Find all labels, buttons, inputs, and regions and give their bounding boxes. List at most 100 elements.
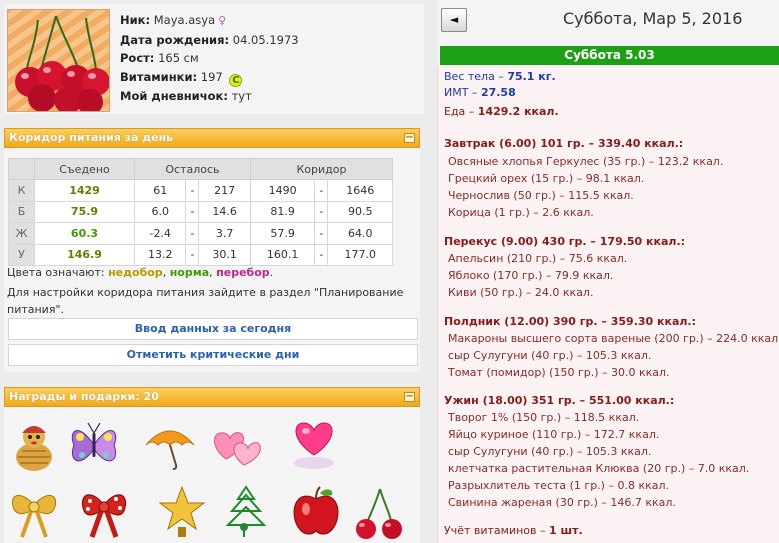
corridor-min: 160.1 — [249, 243, 316, 266]
date-title: Суббота, Мар 5, 2016 — [563, 9, 743, 28]
corridor-max: 1646 — [327, 179, 393, 202]
row-label: У — [8, 243, 35, 266]
meal-title: Перекус (9.00) 430 гр. – 179.50 ккал.: — [444, 235, 686, 248]
awards-panel-title: Награды и подарки: 20 — [9, 390, 159, 403]
vitamins-value: 197 — [200, 69, 223, 84]
list-item: Корица (1 гр.) – 2.6 ккал. — [448, 206, 594, 219]
eaten-value: 75.9 — [34, 200, 135, 223]
corridor-max: 177.0 — [327, 243, 393, 266]
height-value: 165 см — [158, 51, 199, 65]
vitamins-count-label: Учёт витаминов – — [444, 524, 546, 537]
red-apple-icon[interactable] — [288, 483, 344, 539]
list-item: Грецкий орех (15 гр.) – 98.1 ккал. — [448, 172, 645, 185]
diary-label: Мой дневничок: — [120, 88, 228, 103]
cherries-icon[interactable] — [350, 485, 406, 541]
hay-doll-icon[interactable] — [6, 417, 62, 473]
remaining-min: 13.2 — [133, 243, 187, 266]
gold-star-icon[interactable] — [154, 483, 210, 539]
table-row: Ж 60.3 -2.4 - 3.7 57.9 - 64.0 — [8, 222, 393, 245]
nick-label: Ник: — [120, 13, 151, 27]
list-item: Разрыхлитель теста (1 гр.) – 0.8 ккал. — [448, 479, 670, 492]
legend-comma: , — [209, 266, 213, 279]
meal-title: Полдник (12.00) 390 гр. – 359.30 ккал.: — [444, 315, 697, 328]
profile-diary-row: Мой дневничок: тут — [120, 87, 299, 106]
previous-day-button[interactable]: ◄ — [441, 8, 467, 32]
meal-title: Завтрак (6.00) 101 гр. – 339.40 ккал.: — [444, 137, 684, 150]
corridor-panel-header[interactable]: Коридор питания за день − — [4, 128, 420, 148]
list-item: Томат (помидор) (150 гр.) – 30.0 ккал. — [448, 366, 670, 379]
height-label: Рост: — [120, 51, 155, 65]
christmas-tree-icon[interactable] — [218, 483, 274, 539]
legend-prefix: Цвета означают: — [7, 266, 105, 279]
row-label: К — [8, 179, 35, 202]
remaining-max: 14.6 — [198, 200, 251, 223]
dash: - — [185, 243, 200, 266]
corridor-max: 64.0 — [327, 222, 393, 245]
corridor-table-header: Съедено Осталось Коридор — [8, 158, 394, 180]
red-polka-bow-icon[interactable] — [76, 483, 132, 539]
bmi-value: 27.58 — [480, 86, 516, 99]
day-bar: Суббота 5.03 — [440, 46, 779, 65]
corridor-min: 81.9 — [249, 200, 316, 223]
collapse-icon[interactable]: − — [404, 133, 415, 143]
vitamins-count-value: 1 шт. — [549, 524, 583, 537]
table-row: Б 75.9 6.0 - 14.6 81.9 - 90.5 — [8, 200, 393, 223]
row-label: Б — [8, 200, 35, 223]
left-column: Ник: Maya.asya ♀ Дата рождения: 04.05.197… — [0, 0, 428, 543]
list-item: Апельсин (210 гр.) – 75.6 ккал. — [448, 252, 628, 265]
remaining-max: 217 — [198, 179, 251, 202]
butterfly-icon[interactable] — [66, 417, 122, 473]
table-row: К 1429 61 - 217 1490 - 1646 — [8, 179, 393, 202]
remaining-min: 61 — [133, 179, 187, 202]
profile-vitamins-row: Витаминки: 197 C — [120, 68, 299, 87]
day-diary-column: ◄ Суббота, Мар 5, 2016 Суббота 5.03 Вес … — [437, 0, 779, 543]
legend-dot: . — [269, 266, 274, 279]
bmi-line: ИМТ – 27.58 — [444, 86, 516, 99]
bmi-label: ИМТ – — [444, 86, 478, 99]
two-hearts-icon[interactable] — [208, 419, 264, 475]
weight-line: Вес тела – 75.1 кг. — [444, 70, 556, 83]
collapse-icon[interactable]: − — [404, 392, 415, 402]
awards-panel-header[interactable]: Награды и подарки: 20 − — [4, 387, 420, 407]
dash: - — [185, 222, 200, 245]
list-item: Киви (50 гр.) – 24.0 ккал. — [448, 286, 594, 299]
gold-bow-icon[interactable] — [6, 483, 62, 539]
remaining-min: 6.0 — [133, 200, 187, 223]
vitamins-label: Витаминки: — [120, 69, 198, 84]
female-icon: ♀ — [218, 14, 227, 27]
list-item: Чернослив (50 гр.) – 115.5 ккал. — [448, 189, 634, 202]
list-item: Свинина жареная (30 гр.) – 146.7 ккал. — [448, 496, 676, 509]
weight-value: 75.1 кг. — [507, 70, 556, 83]
profile-card: Ник: Maya.asya ♀ Дата рождения: 04.05.197… — [4, 4, 424, 114]
dash: - — [314, 179, 329, 202]
meal-title: Ужин (18.00) 351 гр. – 551.00 ккал.: — [444, 394, 675, 407]
profile-nick-row: Ник: Maya.asya ♀ — [120, 11, 299, 31]
corridor-max: 90.5 — [327, 200, 393, 223]
dash: - — [185, 179, 200, 202]
profile-fields: Ник: Maya.asya ♀ Дата рождения: 04.05.197… — [120, 11, 299, 105]
umbrella-icon[interactable] — [142, 417, 198, 473]
legend-comma: , — [162, 266, 167, 279]
dash: - — [185, 200, 200, 223]
header-empty — [8, 158, 35, 180]
heart-on-cloud-icon[interactable] — [286, 415, 342, 471]
dash: - — [314, 222, 329, 245]
vitamin-c-icon: C — [229, 73, 243, 87]
list-item: Макароны высшего сорта вареные (200 гр.)… — [448, 332, 779, 345]
dash: - — [314, 243, 329, 266]
row-label: Ж — [8, 222, 35, 245]
enter-today-data-button[interactable]: Ввод данных за сегодня — [8, 318, 418, 340]
nick-value[interactable]: Maya.asya — [154, 13, 215, 27]
legend-under: недобор — [108, 266, 163, 279]
birth-label: Дата рождения: — [120, 32, 230, 47]
remaining-min: -2.4 — [133, 222, 187, 245]
avatar[interactable] — [7, 9, 110, 112]
eaten-value: 1429 — [34, 179, 135, 202]
list-item: сыр Сулугуни (40 гр.) – 105.3 ккал. — [448, 349, 652, 362]
legend-over: перебор — [216, 266, 270, 279]
eaten-value: 146.9 — [34, 243, 135, 266]
awards-panel-body — [4, 407, 420, 543]
color-legend: Цвета означают: недобор, норма, перебор. — [7, 266, 273, 279]
diary-link[interactable]: тут — [232, 89, 252, 103]
mark-critical-days-button[interactable]: Отметить критические дни — [8, 344, 418, 366]
